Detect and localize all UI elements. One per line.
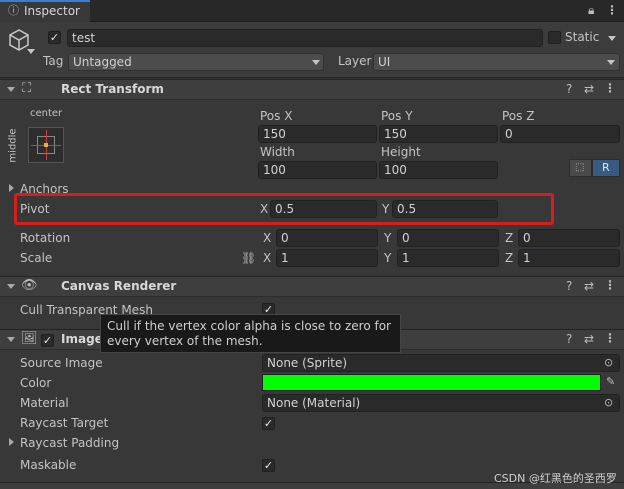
anchor-preset-dot: [44, 143, 48, 147]
layer-dropdown-arrow: [607, 60, 615, 65]
material-field[interactable]: None (Material): [262, 394, 620, 412]
object-picker-icon[interactable]: ⊙: [604, 357, 613, 369]
tab-bar: ⓘ Inspector 🔒︎ ⋮: [0, 0, 624, 22]
width-field[interactable]: 100: [258, 161, 377, 179]
tag-dropdown[interactable]: Untagged: [68, 53, 324, 71]
help-icon[interactable]: ?: [566, 83, 572, 95]
posy-label: Pos Y: [381, 109, 413, 123]
rot-z-label: Z: [505, 231, 514, 245]
presets-icon[interactable]: ⇄: [584, 83, 594, 95]
scale-x-field[interactable]: 1: [276, 249, 378, 267]
eye-icon: 👁︎: [21, 278, 38, 293]
presets-icon[interactable]: ⇄: [584, 280, 594, 292]
static-checkbox[interactable]: [548, 31, 561, 44]
watermark: CSDN @红黑色的圣西罗: [494, 472, 617, 485]
posy-field[interactable]: 150: [379, 125, 498, 143]
scale-y-label: Y: [384, 251, 392, 265]
rot-x-field[interactable]: 0: [276, 229, 378, 247]
anchors-foldout-icon[interactable]: [9, 184, 14, 192]
height-label: Height: [381, 145, 421, 159]
canvas-renderer-header[interactable]: 👁︎ Canvas Renderer ? ⇄ ⋮: [0, 276, 624, 297]
color-label: Color: [20, 376, 52, 390]
image-component-icon: 🖼︎: [21, 331, 38, 346]
image-title: Image: [61, 332, 103, 346]
anchor-presets-button[interactable]: [28, 127, 64, 163]
help-icon[interactable]: ?: [566, 333, 572, 345]
layer-label: Layer: [338, 54, 372, 68]
color-swatch[interactable]: [262, 374, 601, 391]
static-label: Static: [565, 30, 600, 44]
rotation-label: Rotation: [20, 231, 71, 245]
maskable-label: Maskable: [20, 458, 77, 472]
scale-z-field[interactable]: 1: [518, 249, 620, 267]
anchor-h-label: center: [30, 108, 63, 119]
anchor-v-label: middle: [7, 128, 19, 163]
maskable-checkbox[interactable]: ✓: [262, 459, 275, 472]
scale-label: Scale: [20, 251, 53, 265]
posx-label: Pos X: [260, 109, 293, 123]
help-icon[interactable]: ?: [566, 280, 572, 292]
rot-x-label: X: [263, 231, 272, 245]
posz-field[interactable]: 0: [500, 125, 620, 143]
static-dropdown-arrow[interactable]: [608, 36, 616, 41]
foldout-expanded-icon[interactable]: [7, 284, 15, 289]
raw-edit-button[interactable]: R: [592, 159, 620, 177]
tag-dropdown-arrow: [312, 60, 320, 65]
raycast-target-label: Raycast Target: [20, 416, 109, 430]
tooltip-line2: every vertex of the mesh.: [107, 334, 263, 348]
icon-dropdown-arrow[interactable]: [27, 49, 35, 54]
material-label: Material: [20, 396, 69, 410]
rect-transform-header[interactable]: ⛶ Rect Transform ? ⇄ ⋮: [0, 79, 624, 100]
component-menu-icon[interactable]: ⋮: [604, 279, 616, 291]
component-menu-icon[interactable]: ⋮: [604, 332, 616, 344]
blueprint-mode-button[interactable]: ⬚: [569, 159, 592, 177]
tab-label: Inspector: [24, 4, 80, 18]
canvas-renderer-title: Canvas Renderer: [61, 279, 177, 293]
rect-transform-icon: ⛶: [22, 81, 32, 96]
posz-label: Pos Z: [502, 109, 535, 123]
rot-z-field[interactable]: 0: [518, 229, 620, 247]
scale-z-label: Z: [505, 251, 514, 265]
object-picker-icon[interactable]: ⊙: [604, 397, 613, 409]
pivot-highlight-box: [14, 193, 554, 225]
foldout-expanded-icon[interactable]: [7, 87, 15, 92]
rot-y-label: Y: [384, 231, 392, 245]
width-label: Width: [260, 145, 295, 159]
raycast-padding-foldout-icon[interactable]: [9, 438, 14, 446]
info-icon: ⓘ: [8, 4, 19, 17]
scale-x-label: X: [263, 251, 272, 265]
height-field[interactable]: 100: [379, 161, 498, 179]
raycast-padding-label[interactable]: Raycast Padding: [20, 436, 119, 450]
eyedropper-icon[interactable]: ✎: [606, 376, 615, 388]
image-enabled-checkbox[interactable]: ✓: [41, 334, 54, 347]
presets-icon[interactable]: ⇄: [584, 333, 594, 345]
rect-transform-title: Rect Transform: [61, 82, 164, 96]
constrain-proportions-link-icon[interactable]: ⛓︎: [241, 252, 256, 264]
raycast-target-checkbox[interactable]: ✓: [262, 417, 275, 430]
tooltip: Cull if the vertex color alpha is close …: [100, 314, 401, 353]
posx-field[interactable]: 150: [258, 125, 377, 143]
tooltip-line1: Cull if the vertex color alpha is close …: [107, 319, 391, 333]
rot-y-field[interactable]: 0: [397, 229, 499, 247]
active-checkbox[interactable]: ✓: [48, 31, 61, 44]
object-header: ✓ test Static Tag Untagged Layer UI: [0, 22, 624, 78]
tab-inspector[interactable]: ⓘ Inspector: [0, 0, 90, 22]
menu-icon[interactable]: ⋮: [606, 4, 618, 16]
scale-y-field[interactable]: 1: [397, 249, 499, 267]
foldout-expanded-icon[interactable]: [7, 337, 15, 342]
lock-icon[interactable]: 🔒︎: [588, 4, 594, 16]
blueprint-icon: ⬚: [575, 162, 585, 173]
layer-dropdown[interactable]: UI: [373, 53, 620, 71]
source-image-label: Source Image: [20, 356, 103, 370]
tag-label: Tag: [43, 54, 64, 68]
source-image-field[interactable]: None (Sprite): [262, 354, 620, 372]
raw-edit-label: R: [602, 161, 610, 174]
component-menu-icon[interactable]: ⋮: [604, 82, 616, 94]
object-name-field[interactable]: test: [67, 29, 543, 47]
